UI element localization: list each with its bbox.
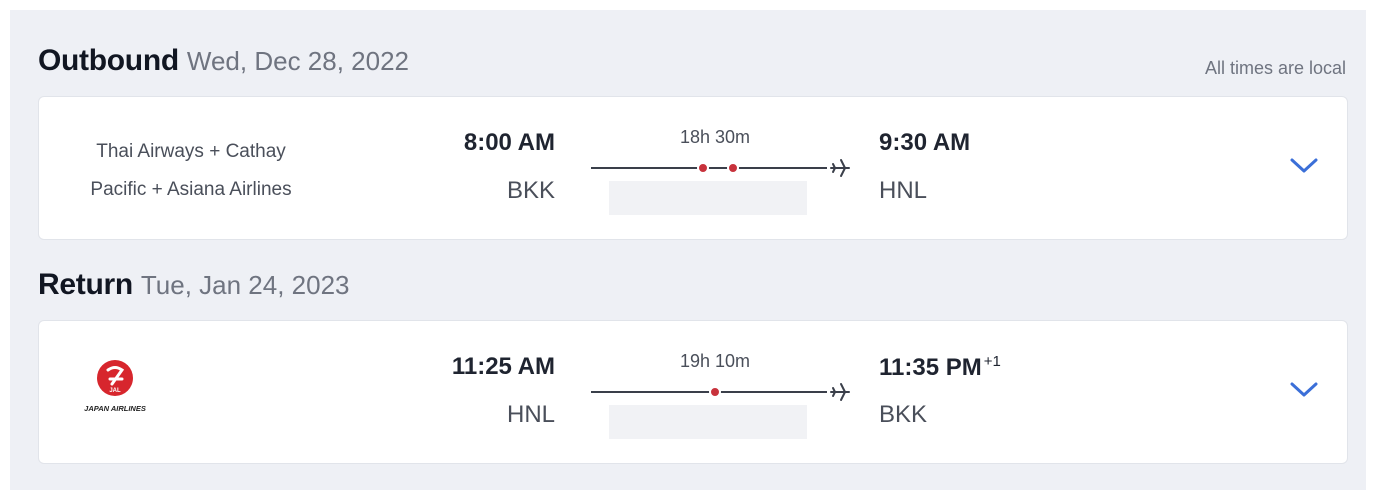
plane-icon (830, 159, 850, 177)
times-note: All times are local (1204, 58, 1346, 78)
airline-name-line-1: Thai Airways + Cathay (96, 141, 286, 162)
outbound-departure-time: 8:00 AM (463, 129, 555, 156)
return-duration: 19h 10m (679, 351, 751, 371)
outbound-arrival-time: 9:30 AM (879, 129, 971, 156)
outbound-title: Outbound (38, 44, 179, 77)
stop-dot (709, 386, 721, 398)
outbound-duration: 18h 30m (679, 127, 751, 147)
japan-airlines-logo: JAL JAPAN AIRLINES (84, 360, 146, 413)
outbound-header: Outbound Wed, Dec 28, 2022 (38, 44, 409, 78)
redacted-layover-info (609, 405, 807, 439)
return-arrival-airport: BKK (879, 401, 928, 428)
airline-name-line-2: Pacific + Asiana Airlines (90, 179, 292, 200)
plane-icon (830, 383, 850, 401)
outbound-arrival-airport: HNL (879, 177, 928, 204)
return-date: Tue, Jan 24, 2023 (140, 270, 350, 300)
flight-summary-panel: Outbound Wed, Dec 28, 2022 All times are… (10, 10, 1366, 490)
return-title: Return (38, 268, 133, 301)
chevron-down-icon[interactable] (1289, 379, 1319, 399)
outbound-airline-name: Thai Airways + Cathay Pacific + Asiana A… (61, 133, 321, 209)
return-header: Return Tue, Jan 24, 2023 (38, 268, 350, 302)
return-departure-time: 11:25 AM (451, 353, 555, 380)
day-offset-badge: +1 (983, 353, 1001, 370)
redacted-layover-info (609, 181, 807, 215)
return-route-line (591, 383, 850, 401)
outbound-flight-card[interactable]: Thai Airways + Cathay Pacific + Asiana A… (38, 96, 1348, 240)
chevron-down-icon[interactable] (1289, 155, 1319, 175)
outbound-route-line (591, 159, 850, 177)
stop-dot (697, 162, 709, 174)
logo-mark-text: JAL (109, 388, 121, 394)
stop-dot (727, 162, 739, 174)
return-arrival-time: 11:35 PM +1 (879, 353, 1001, 382)
return-flight-card[interactable]: JAL JAPAN AIRLINES 11:25 AM HNL 19h 10m … (38, 320, 1348, 464)
return-arrival-time-value: 11:35 PM (879, 354, 982, 381)
outbound-departure-airport: BKK (506, 177, 555, 204)
outbound-date: Wed, Dec 28, 2022 (186, 46, 409, 76)
logo-wordmark-text: JAPAN AIRLINES (84, 404, 146, 413)
return-departure-airport: HNL (506, 401, 555, 428)
